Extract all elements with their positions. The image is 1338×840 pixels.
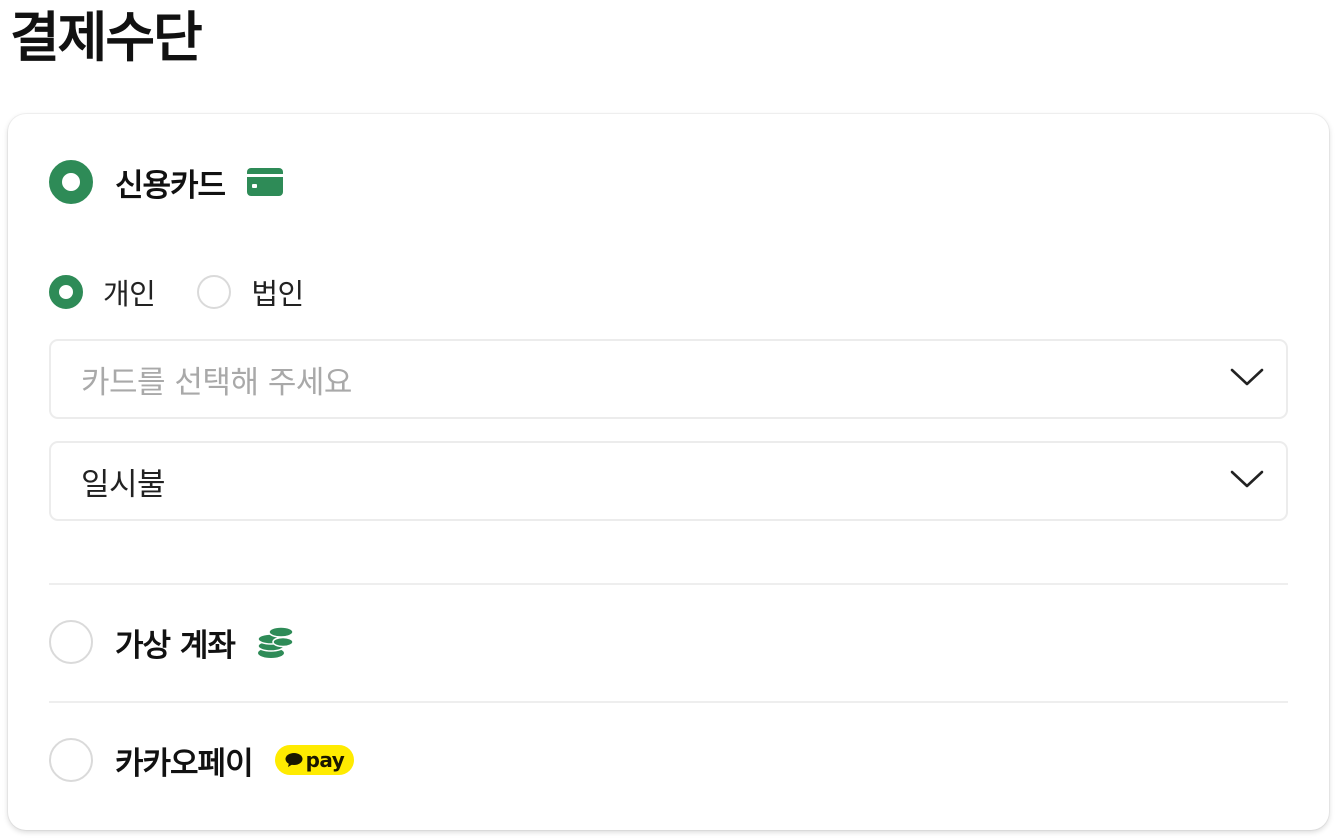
divider <box>49 701 1288 703</box>
personal-radio[interactable] <box>49 275 83 309</box>
chevron-down-icon <box>1230 367 1264 391</box>
chevron-down-icon <box>1230 469 1264 493</box>
installment-select-value: 일시불 <box>81 466 166 503</box>
payment-option-credit-card[interactable]: 신용카드 <box>49 160 284 204</box>
payment-method-card: 신용카드 개인 법인 카드를 선택해 주세요 일시불 가상 계좌 카카오페이 p… <box>8 114 1329 830</box>
credit-card-label: 신용카드 <box>115 167 226 204</box>
credit-card-radio[interactable] <box>49 160 93 204</box>
kakaopay-badge: pay <box>274 745 355 775</box>
kakaopay-badge-text: pay <box>305 748 345 772</box>
installment-select-dropdown[interactable]: 일시불 <box>49 441 1288 521</box>
page-title: 결제수단 <box>10 6 203 69</box>
card-type-personal[interactable]: 개인 <box>49 271 156 313</box>
virtual-account-label: 가상 계좌 <box>115 627 236 664</box>
card-select-dropdown[interactable]: 카드를 선택해 주세요 <box>49 339 1288 419</box>
virtual-account-radio[interactable] <box>49 620 93 664</box>
credit-card-icon <box>247 168 284 196</box>
corporate-radio[interactable] <box>197 275 232 309</box>
kakaopay-label: 카카오페이 <box>115 745 254 782</box>
speech-bubble-icon <box>285 753 303 767</box>
kakaopay-radio[interactable] <box>49 738 93 782</box>
corporate-label: 법인 <box>251 277 304 311</box>
payment-option-kakaopay[interactable]: 카카오페이 pay <box>49 738 355 782</box>
payment-option-virtual-account[interactable]: 가상 계좌 <box>49 620 295 664</box>
divider <box>49 583 1288 585</box>
card-type-options: 개인 법인 <box>49 275 346 311</box>
card-type-corporate[interactable]: 법인 <box>197 271 304 313</box>
personal-label: 개인 <box>103 277 156 311</box>
coins-icon <box>257 624 295 660</box>
card-select-placeholder: 카드를 선택해 주세요 <box>81 364 352 401</box>
